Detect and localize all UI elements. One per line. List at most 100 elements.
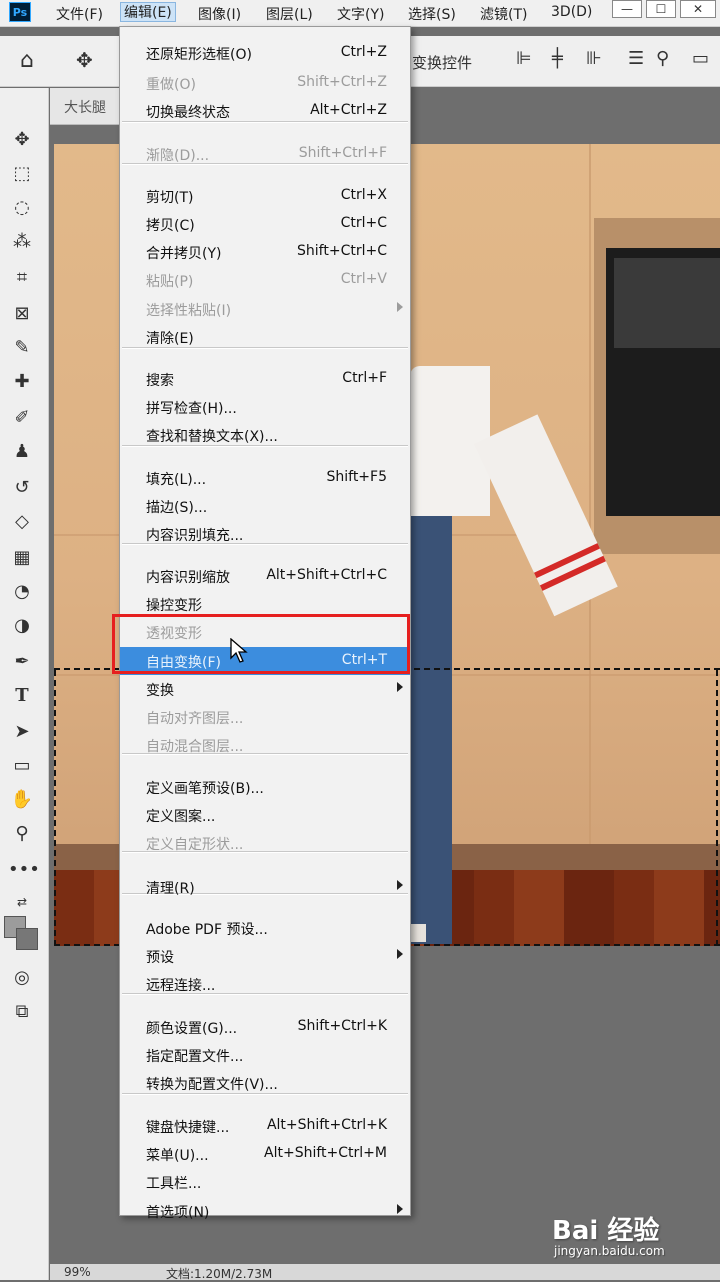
menu-item-label: 变换 [146,683,174,699]
photoshop-logo: Ps [9,2,31,22]
edit-menu-item[interactable]: 内容识别填充... [120,520,410,548]
hand-tool-icon[interactable]: ✋ [8,786,36,814]
menu-filter[interactable]: 滤镜(T) [480,4,527,24]
align-left-icon[interactable]: ⊫ [516,48,532,69]
blur-tool-icon[interactable]: ◔ [8,578,36,606]
edit-menu-item: 定义自定形状... [120,829,410,857]
menu-item-label: 远程连接... [146,978,216,994]
edit-menu-item[interactable]: 拷贝(C) Ctrl+C [120,210,410,238]
quick-mask-icon[interactable]: ◎ [8,964,36,992]
search-icon[interactable]: ⚲ [656,48,669,69]
healing-brush-icon[interactable]: ✚ [8,368,36,396]
menu-type[interactable]: 文字(Y) [337,4,384,24]
edit-menu-item[interactable]: 菜单(U)... Alt+Shift+Ctrl+M [120,1140,410,1168]
menu-item-shortcut: Alt+Ctrl+Z [310,102,387,118]
baidu-jingyan-watermark: Bai 经验 jingyan.baidu.com [552,1196,712,1266]
menu-item-shortcut: Shift+Ctrl+F [298,145,387,161]
pen-tool-icon[interactable]: ✒ [8,648,36,676]
eyedropper-icon[interactable]: ✎ [8,334,36,362]
menu-file[interactable]: 文件(F) [56,4,103,24]
move-tool-icon[interactable]: ✥ [8,126,36,154]
home-icon[interactable]: ⌂ [20,48,34,73]
edit-menu-item[interactable]: 剪切(T) Ctrl+X [120,182,410,210]
menu-item-label: 颜色设置(G)... [146,1021,238,1037]
lasso-tool-icon[interactable]: ◌ [8,194,36,222]
path-select-icon[interactable]: ➤ [8,718,36,746]
zoom-tool-icon[interactable]: ⚲ [8,820,36,848]
type-tool-icon[interactable]: T [8,682,36,710]
edit-menu-item[interactable]: 预设 [120,942,410,970]
edit-menu-item[interactable]: 清理(R) [120,873,410,901]
distribute-icon[interactable]: ☰ [628,48,644,69]
brush-tool-icon[interactable]: ✐ [8,404,36,432]
edit-menu-item[interactable]: 远程连接... [120,970,410,998]
edit-menu-item[interactable]: 定义画笔预设(B)... [120,773,410,801]
more-tools-icon[interactable]: ••• [8,856,40,884]
edit-menu-item[interactable]: 清除(E) [120,323,410,351]
align-center-icon[interactable]: ╪ [552,48,563,69]
edit-menu-item[interactable]: 颜色设置(G)... Shift+Ctrl+K [120,1013,410,1041]
menu-image[interactable]: 图像(I) [198,4,241,24]
crop-tool-icon[interactable]: ⌗ [8,264,36,292]
submenu-arrow-icon [397,949,403,959]
menu-item-label: 键盘快捷键... [146,1120,230,1136]
menu-item-label: 清除(E) [146,331,194,347]
edit-menu-item[interactable]: 转换为配置文件(V)... [120,1069,410,1097]
menu-item-label: 操控变形 [146,598,202,614]
edit-menu-item[interactable]: Adobe PDF 预设... [120,914,410,942]
menu-item-label: 剪切(T) [146,190,194,206]
edit-menu-item[interactable]: 指定配置文件... [120,1041,410,1069]
menu-layer[interactable]: 图层(L) [266,4,313,24]
workspace-icon[interactable]: ▭ [692,48,709,69]
transform-controls-label[interactable]: 变换控件 [412,52,472,73]
tools-panel: ✥ ⬚ ◌ ⁂ ⌗ ⊠ ✎ ✚ ✐ ♟ ↺ ◇ ▦ ◔ ◑ ✒ T ➤ ▭ ✋ … [0,88,49,1280]
edit-menu-item[interactable]: 内容识别缩放 Alt+Shift+Ctrl+C [120,562,410,590]
menu-item-label: 还原矩形选框(O) [146,47,252,63]
background-color-icon[interactable] [16,928,38,950]
menu-item-label: 内容识别缩放 [146,570,230,586]
menu-item-label: 自动对齐图层... [146,711,244,727]
maximize-icon[interactable]: ☐ [646,0,676,18]
history-brush-icon[interactable]: ↺ [8,474,36,502]
move-tool-icon[interactable]: ✥ [76,48,93,72]
edit-menu-item[interactable]: 工具栏... [120,1168,410,1196]
menu-item-label: 首选项(N) [146,1205,210,1221]
eraser-tool-icon[interactable]: ◇ [8,508,36,536]
stamp-tool-icon[interactable]: ♟ [8,438,36,466]
edit-menu-item[interactable]: 描边(S)... [120,492,410,520]
edit-menu-item[interactable]: 键盘快捷键... Alt+Shift+Ctrl+K [120,1112,410,1140]
zoom-level[interactable]: 99% [64,1265,91,1279]
marquee-tool-icon[interactable]: ⬚ [8,160,36,188]
edit-menu-item[interactable]: 搜索 Ctrl+F [120,365,410,393]
gradient-tool-icon[interactable]: ▦ [8,544,36,572]
edit-menu-item[interactable]: 合并拷贝(Y) Shift+Ctrl+C [120,238,410,266]
menu-item-label: 粘贴(P) [146,274,194,290]
minimize-icon[interactable]: — [612,0,642,18]
edit-menu-item[interactable]: 定义图案... [120,801,410,829]
document-tab[interactable]: 大长腿 [50,88,120,125]
magic-wand-icon[interactable]: ⁂ [8,228,36,256]
edit-menu-item[interactable]: 还原矩形选框(O) Ctrl+Z [120,39,410,67]
edit-menu-item[interactable]: 拼写检查(H)... [120,393,410,421]
menu-bar: Ps 文件(F) 编辑(E) 图像(I) 图层(L) 文字(Y) 选择(S) 滤… [0,0,720,27]
align-right-icon[interactable]: ⊪ [586,48,602,69]
menu-item-label: 定义自定形状... [146,837,244,853]
edit-menu-item[interactable]: 首选项(N) [120,1197,410,1225]
dodge-tool-icon[interactable]: ◑ [8,612,36,640]
menu-edit[interactable]: 编辑(E) [120,2,176,22]
edit-menu-item[interactable]: 查找和替换文本(X)... [120,421,410,449]
menu-item-label: 定义图案... [146,809,216,825]
menu-item-shortcut: Ctrl+V [340,271,387,287]
edit-menu-item[interactable]: 填充(L)... Shift+F5 [120,464,410,492]
edit-menu-item[interactable]: 切换最终状态 Alt+Ctrl+Z [120,97,410,125]
menu-item-shortcut: Ctrl+C [340,215,387,231]
screen-mode-icon[interactable]: ⧉ [8,998,36,1026]
close-icon[interactable]: ✕ [680,0,716,18]
menu-select[interactable]: 选择(S) [408,4,456,24]
frame-tool-icon[interactable]: ⊠ [8,300,36,328]
menu-item-label: 指定配置文件... [146,1049,244,1065]
swap-colors-icon[interactable]: ⇄ [8,888,36,916]
rectangle-tool-icon[interactable]: ▭ [8,752,36,780]
menu-3d[interactable]: 3D(D) [551,4,592,20]
edit-menu-item[interactable]: 变换 [120,675,410,703]
